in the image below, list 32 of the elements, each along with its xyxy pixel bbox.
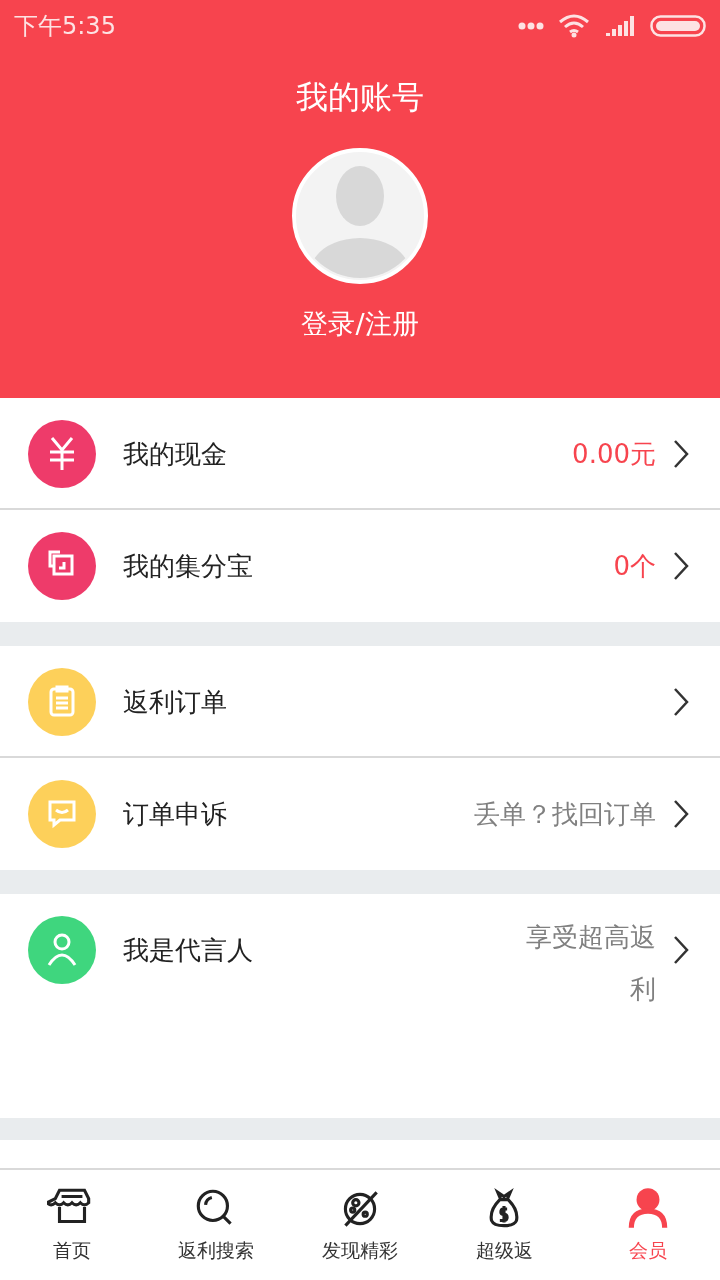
chevron-icon: [672, 439, 690, 469]
signal-icon: [604, 14, 636, 38]
menu-row[interactable]: 返利订单: [0, 646, 720, 758]
login-link[interactable]: 登录/注册: [301, 306, 419, 342]
menu-row[interactable]: 我的现金 0.00元: [0, 398, 720, 510]
chevron-icon: [672, 551, 690, 581]
status-time: 下午5:35: [14, 11, 116, 42]
row-detail: 0.00元: [572, 438, 656, 471]
tab[interactable]: 会员: [576, 1170, 720, 1280]
menu-row[interactable]: 订单申诉 丢单？找回订单: [0, 758, 720, 870]
wifi-icon: [558, 14, 590, 38]
tab[interactable]: 发现精彩: [288, 1170, 432, 1280]
row-detail: 享受超高返利: [525, 921, 656, 1006]
menu-row[interactable]: 我是代言人 享受超高返利: [0, 894, 720, 1118]
tab[interactable]: 超级返: [432, 1170, 576, 1280]
tab[interactable]: 返利搜索: [144, 1170, 288, 1280]
menu-row[interactable]: 我的集分宝 0个: [0, 510, 720, 622]
chevron-icon: [672, 687, 690, 717]
chevron-icon: [672, 799, 690, 829]
row-detail: 丢单？找回订单: [474, 798, 656, 831]
more-icon: [518, 22, 544, 30]
row-label: 我的集分宝: [123, 549, 254, 583]
row-label: 我是代言人: [123, 933, 254, 967]
row-label: 返利订单: [123, 685, 228, 719]
row-detail: 0个: [613, 550, 656, 583]
tab[interactable]: 首页: [0, 1170, 144, 1280]
row-label: 订单申诉: [123, 797, 228, 831]
avatar[interactable]: [292, 148, 428, 284]
row-label: 我的现金: [123, 437, 228, 471]
page-title: 我的账号: [296, 77, 424, 118]
chevron-icon: [672, 935, 690, 965]
battery-icon: [650, 15, 706, 37]
